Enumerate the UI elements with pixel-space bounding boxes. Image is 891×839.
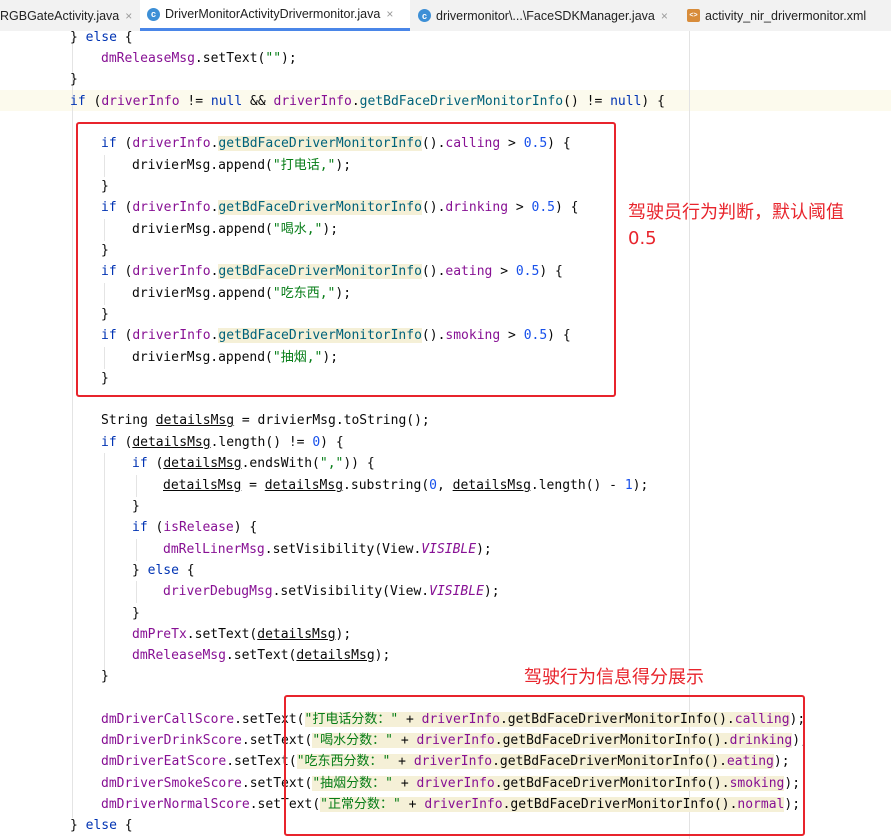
- class-icon: c: [147, 7, 160, 21]
- code-line: } else {: [70, 31, 133, 45]
- close-icon[interactable]: ×: [386, 7, 393, 21]
- code-line: dmReleaseMsg.setText("");: [101, 51, 297, 66]
- code-line: detailsMsg = detailsMsg.substring(0, det…: [163, 478, 649, 493]
- tab-label: activity_nir_drivermonitor.xml: [705, 8, 867, 23]
- indent-guide: [104, 453, 105, 671]
- code-line: }: [101, 669, 109, 684]
- close-icon[interactable]: ×: [125, 9, 132, 23]
- tab-label: DriverMonitorActivityDrivermonitor.java: [165, 7, 381, 21]
- code-editor[interactable]: } else { dmReleaseMsg.setText(""); } if …: [0, 31, 891, 839]
- code-line: dmPreTx.setText(detailsMsg);: [132, 627, 352, 642]
- indent-guide: [72, 39, 73, 818]
- editor-tab-bar: RGBGateActivity.java × c DriverMonitorAc…: [0, 0, 891, 32]
- indent-guide: [136, 539, 137, 561]
- annotation-text: 0.5: [628, 228, 657, 249]
- code-line: }: [132, 499, 140, 514]
- tab-driver-monitor-activity[interactable]: c DriverMonitorActivityDrivermonitor.jav…: [140, 0, 410, 31]
- class-icon: c: [418, 9, 431, 22]
- xml-file-icon: <>: [687, 9, 700, 22]
- code-line: }: [70, 72, 78, 87]
- indent-guide: [136, 475, 137, 497]
- score-display-highlight-box: [284, 695, 805, 836]
- code-line: dmRelLinerMsg.setVisibility(View.VISIBLE…: [163, 542, 492, 557]
- annotation-text: 驾驶员行为判断，默认阈值: [628, 202, 844, 223]
- code-line: driverDebugMsg.setVisibility(View.VISIBL…: [163, 584, 500, 599]
- tab-face-sdk-manager[interactable]: c drivermonitor\...\FaceSDKManager.java …: [411, 0, 679, 31]
- code-line: } else {: [132, 563, 195, 578]
- score-display-note: 驾驶行为信息得分展示: [524, 667, 704, 688]
- behavior-judgement-note: 驾驶员行为判断，默认阈值 0.5: [628, 200, 844, 252]
- code-line: if (isRelease) {: [132, 520, 258, 535]
- code-line: } else {: [70, 818, 133, 833]
- tab-label: RGBGateActivity.java: [0, 8, 120, 23]
- code-line: if (driverInfo != null && driverInfo.get…: [70, 94, 665, 109]
- behavior-judgement-highlight-box: [76, 122, 616, 397]
- tab-rgbgate-activity[interactable]: RGBGateActivity.java ×: [0, 0, 136, 31]
- code-line: }: [132, 606, 140, 621]
- code-line: String detailsMsg = drivierMsg.toString(…: [101, 413, 430, 428]
- tab-activity-nir-xml[interactable]: <> activity_nir_drivermonitor.xml: [681, 0, 891, 31]
- code-line: if (detailsMsg.endsWith(",")) {: [132, 456, 375, 471]
- indent-guide: [136, 581, 137, 603]
- code-line: if (detailsMsg.length() != 0) {: [101, 435, 344, 450]
- tab-label: drivermonitor\...\FaceSDKManager.java: [436, 8, 655, 23]
- code-line: dmReleaseMsg.setText(detailsMsg);: [132, 648, 391, 663]
- close-icon[interactable]: ×: [661, 9, 668, 23]
